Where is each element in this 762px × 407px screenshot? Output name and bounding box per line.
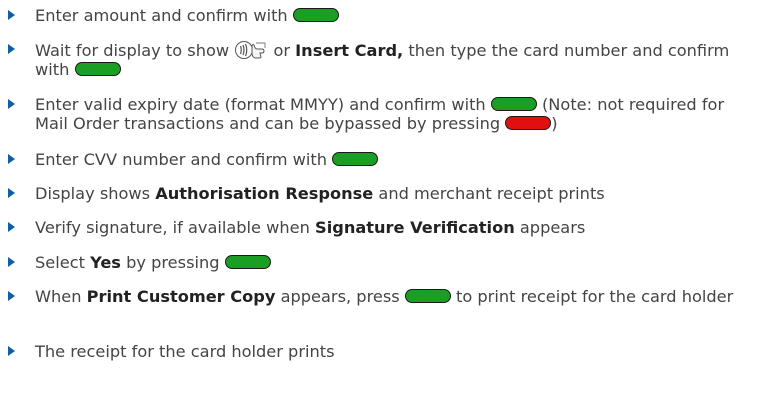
bullet-icon bbox=[8, 222, 15, 232]
bullet-icon bbox=[8, 188, 15, 198]
bullet-icon bbox=[8, 346, 15, 356]
red-cancel-key-icon bbox=[505, 116, 552, 130]
step-text-segment: to print receipt for the card holder bbox=[450, 287, 734, 306]
step-text: Enter CVV number and confirm with bbox=[35, 150, 755, 169]
step-text-segment: appears, press bbox=[275, 287, 405, 306]
step-text-segment: or bbox=[268, 41, 296, 60]
step-text-segment: The receipt for the card holder prints bbox=[35, 342, 335, 361]
step-text-segment: When bbox=[35, 287, 87, 306]
instruction-document: Enter amount and confirm with Wait for d… bbox=[0, 0, 762, 407]
step-text-segment: and merchant receipt prints bbox=[373, 184, 605, 203]
green-confirm-key-icon bbox=[224, 255, 271, 269]
step-text: Enter amount and confirm with bbox=[35, 6, 755, 25]
bold-term: Insert Card, bbox=[295, 41, 404, 60]
step-text-segment: ) bbox=[551, 114, 558, 133]
green-confirm-key-icon bbox=[332, 152, 379, 166]
step-text-segment: appears bbox=[514, 218, 586, 237]
green-confirm-key-icon bbox=[490, 97, 537, 111]
step-text: The receipt for the card holder prints bbox=[35, 342, 755, 361]
green-confirm-key-icon bbox=[404, 289, 451, 303]
step-text-segment: Enter amount and confirm with bbox=[35, 6, 293, 25]
step-text: When Print Customer Copy appears, press … bbox=[35, 287, 755, 306]
green-confirm-key-icon bbox=[74, 62, 121, 76]
green-confirm-key-icon bbox=[292, 8, 339, 22]
bold-term: Print Customer Copy bbox=[86, 287, 276, 306]
bullet-icon bbox=[8, 99, 15, 109]
bullet-icon bbox=[8, 291, 15, 301]
step-text: Wait for display to show or Insert Card,… bbox=[35, 40, 755, 79]
step-text-segment: Enter CVV number and confirm with bbox=[35, 150, 333, 169]
bullet-icon bbox=[8, 44, 15, 54]
bullet-icon bbox=[8, 257, 15, 267]
bullet-icon bbox=[8, 154, 15, 164]
step-text: Select Yes by pressing bbox=[35, 253, 755, 272]
step-text-segment: Enter valid expiry date (format MMYY) an… bbox=[35, 95, 491, 114]
step-text-segment: Wait for display to show bbox=[35, 41, 235, 60]
bold-term: Yes bbox=[90, 253, 121, 272]
bullet-icon bbox=[8, 10, 15, 20]
contactless-icon bbox=[234, 40, 268, 60]
step-text-segment: Select bbox=[35, 253, 91, 272]
step-text: Display shows Authorisation Response and… bbox=[35, 184, 755, 203]
step-text-segment: by pressing bbox=[120, 253, 225, 272]
step-text-segment: Display shows bbox=[35, 184, 156, 203]
step-text-segment: Verify signature, if available when bbox=[35, 218, 316, 237]
bold-term: Signature Verification bbox=[315, 218, 515, 237]
bold-term: Authorisation Response bbox=[155, 184, 374, 203]
step-text: Verify signature, if available when Sign… bbox=[35, 218, 755, 237]
step-text: Enter valid expiry date (format MMYY) an… bbox=[35, 95, 755, 133]
